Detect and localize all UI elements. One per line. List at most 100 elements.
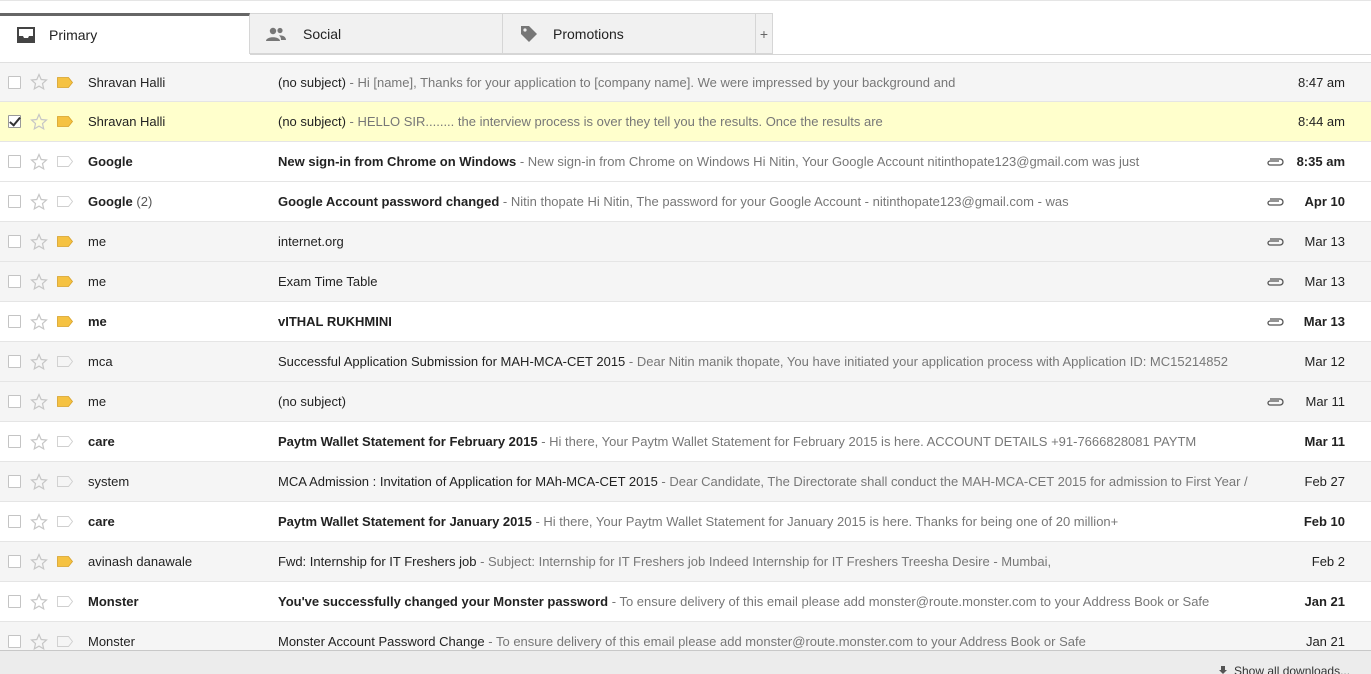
- sender: me: [88, 234, 268, 249]
- email-snippet: - Hi there, Your Paytm Wallet Statement …: [531, 514, 1119, 529]
- importance-marker-icon[interactable]: [57, 316, 73, 327]
- email-row[interactable]: Google (2) Google Account password change…: [0, 182, 1371, 222]
- sender: Google (2): [88, 194, 268, 209]
- star-icon[interactable]: [30, 352, 48, 371]
- email-snippet: - Dear Nitin manik thopate, You have ini…: [625, 354, 1228, 369]
- select-checkbox[interactable]: [8, 355, 21, 368]
- sender: mca: [88, 354, 268, 369]
- select-checkbox[interactable]: [8, 475, 21, 488]
- email-subject: MCA Admission : Invitation of Applicatio…: [278, 474, 658, 489]
- email-row[interactable]: me (no subject) Mar 11: [0, 382, 1371, 422]
- importance-marker-icon[interactable]: [57, 396, 73, 407]
- email-content: MCA Admission : Invitation of Applicatio…: [278, 474, 1258, 489]
- select-checkbox[interactable]: [8, 515, 21, 528]
- email-content: internet.org: [278, 234, 1258, 249]
- importance-marker-icon[interactable]: [57, 76, 73, 88]
- star-icon[interactable]: [30, 472, 48, 491]
- email-subject: (no subject): [278, 74, 346, 90]
- importance-marker-icon[interactable]: [57, 236, 73, 247]
- email-content: Paytm Wallet Statement for January 2015 …: [278, 514, 1258, 529]
- select-checkbox[interactable]: [8, 155, 21, 168]
- star-icon[interactable]: [30, 152, 48, 171]
- star-icon[interactable]: [30, 592, 48, 611]
- email-row[interactable]: avinash danawale Fwd: Internship for IT F…: [0, 542, 1371, 582]
- tab-social[interactable]: Social: [250, 13, 503, 54]
- attachment-icon: [1267, 237, 1284, 246]
- star-icon[interactable]: [30, 73, 48, 91]
- star-icon[interactable]: [30, 112, 48, 131]
- select-checkbox[interactable]: [8, 595, 21, 608]
- importance-marker-icon[interactable]: [57, 516, 73, 527]
- email-content: Exam Time Table: [278, 274, 1258, 289]
- email-content: Successful Application Submission for MA…: [278, 354, 1258, 369]
- email-subject: Paytm Wallet Statement for January 2015: [278, 514, 532, 529]
- sender-name: avinash danawale: [88, 554, 193, 569]
- select-checkbox[interactable]: [8, 555, 21, 568]
- email-row[interactable]: Monster You've successfully changed your …: [0, 582, 1371, 622]
- email-row[interactable]: me Exam Time Table Mar 13: [0, 262, 1371, 302]
- email-row[interactable]: care Paytm Wallet Statement for February …: [0, 422, 1371, 462]
- email-date: Mar 11: [1304, 434, 1345, 449]
- star-icon[interactable]: [30, 432, 48, 451]
- show-all-downloads-link[interactable]: Show all downloads...: [1218, 664, 1350, 674]
- email-row[interactable]: Shravan Halli (no subject) - Hi [name], T…: [0, 62, 1371, 102]
- select-checkbox[interactable]: [8, 275, 21, 288]
- email-row[interactable]: me vITHAL RUKHMINI Mar 13: [0, 302, 1371, 342]
- importance-marker-icon[interactable]: [57, 436, 73, 447]
- importance-marker-icon[interactable]: [57, 196, 73, 207]
- select-checkbox[interactable]: [8, 235, 21, 248]
- sender-name: Shravan Halli: [88, 74, 166, 90]
- select-checkbox[interactable]: [8, 435, 21, 448]
- select-checkbox[interactable]: [8, 75, 21, 89]
- show-all-downloads-label: Show all downloads...: [1234, 664, 1351, 674]
- star-icon[interactable]: [30, 552, 48, 571]
- email-date: Mar 13: [1304, 234, 1345, 249]
- tabs-divider: [250, 54, 1371, 55]
- sender-name: me: [88, 234, 107, 249]
- importance-marker-icon[interactable]: [57, 596, 73, 607]
- importance-marker-icon[interactable]: [57, 116, 73, 127]
- email-content: vITHAL RUKHMINI: [278, 314, 1258, 329]
- importance-marker-icon[interactable]: [57, 476, 73, 487]
- email-snippet: - New sign-in from Chrome on Windows Hi …: [516, 154, 1140, 169]
- email-snippet: - HELLO SIR........ the interview proces…: [345, 114, 883, 129]
- tab-primary[interactable]: Primary: [0, 13, 250, 54]
- star-icon[interactable]: [30, 312, 48, 331]
- add-tab-button[interactable]: +: [756, 13, 773, 54]
- sender: Monster: [88, 594, 268, 609]
- email-row[interactable]: mca Successful Application Submission for…: [0, 342, 1371, 382]
- star-icon[interactable]: [30, 512, 48, 531]
- email-row[interactable]: Shravan Halli (no subject) - HELLO SIR...…: [0, 102, 1371, 142]
- email-row[interactable]: me internet.org Mar 13: [0, 222, 1371, 262]
- select-checkbox[interactable]: [8, 635, 21, 648]
- attachment-icon: [1267, 397, 1284, 406]
- star-icon[interactable]: [30, 272, 48, 291]
- importance-marker-icon[interactable]: [57, 636, 73, 647]
- star-icon[interactable]: [30, 232, 48, 251]
- tag-icon: [517, 22, 541, 46]
- email-subject: Monster Account Password Change: [278, 634, 485, 649]
- email-date: Jan 21: [1304, 594, 1345, 609]
- importance-marker-icon[interactable]: [57, 356, 73, 367]
- select-checkbox[interactable]: [8, 115, 21, 128]
- email-row[interactable]: system MCA Admission : Invitation of Appl…: [0, 462, 1371, 502]
- email-date: Mar 12: [1304, 354, 1345, 369]
- select-checkbox[interactable]: [8, 195, 21, 208]
- importance-marker-icon[interactable]: [57, 276, 73, 287]
- star-icon[interactable]: [30, 192, 48, 211]
- email-row[interactable]: care Paytm Wallet Statement for January 2…: [0, 502, 1371, 542]
- sender: Shravan Halli: [88, 114, 268, 129]
- inbox-icon: [14, 23, 38, 47]
- importance-marker-icon[interactable]: [57, 156, 73, 167]
- email-content: Monster Account Password Change - To ens…: [278, 634, 1258, 649]
- tab-promotions[interactable]: Promotions: [503, 13, 756, 54]
- star-icon[interactable]: [30, 632, 48, 651]
- select-checkbox[interactable]: [8, 395, 21, 408]
- sender: me: [88, 274, 268, 289]
- email-row[interactable]: Google New sign-in from Chrome on Windows…: [0, 142, 1371, 182]
- importance-marker-icon[interactable]: [57, 556, 73, 567]
- select-checkbox[interactable]: [8, 315, 21, 328]
- star-icon[interactable]: [30, 392, 48, 411]
- sender-name: Shravan Halli: [88, 114, 166, 129]
- email-subject: (no subject): [278, 114, 346, 129]
